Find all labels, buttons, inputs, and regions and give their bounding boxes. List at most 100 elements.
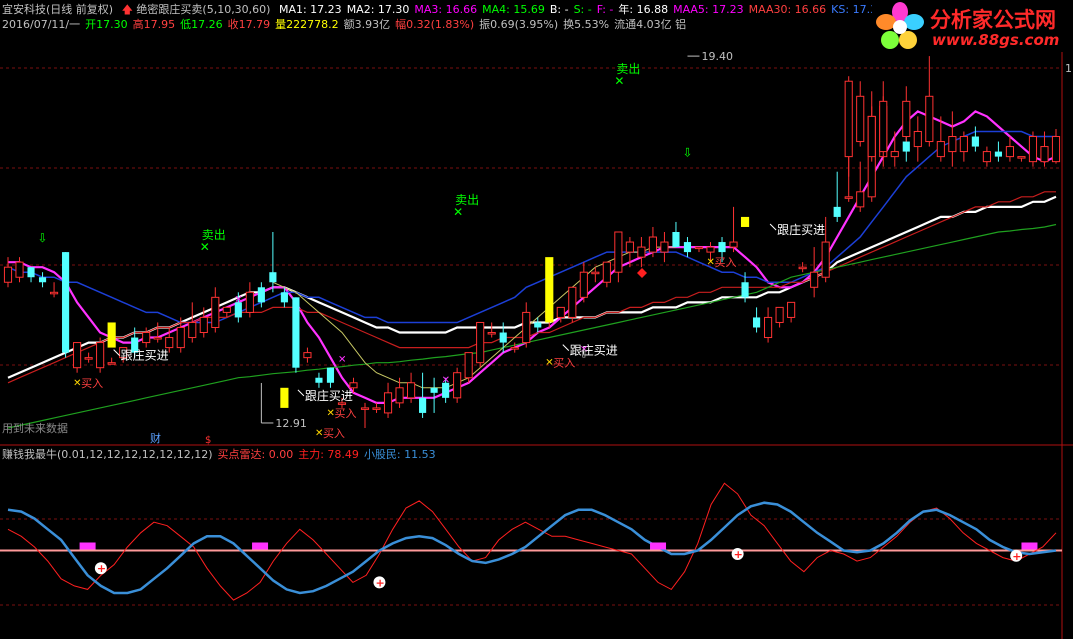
quote-value-0: 2016/07/11/一 bbox=[2, 18, 81, 31]
candle-body-19 bbox=[222, 306, 231, 313]
logo-url[interactable]: www.88gs.com bbox=[932, 31, 1059, 49]
candle-body-35 bbox=[407, 382, 416, 399]
sub-value-1: 买点雷达: 0.00 bbox=[217, 448, 294, 461]
candle-body-24 bbox=[280, 292, 288, 303]
buy-label-8: 买入 bbox=[334, 407, 356, 420]
candle-body-59 bbox=[683, 242, 692, 253]
candle-body-14 bbox=[165, 337, 174, 349]
candle-body-46 bbox=[534, 322, 542, 328]
candle-body-49 bbox=[568, 286, 577, 318]
arrow-marker-1: ⇩ bbox=[682, 146, 692, 160]
candle-b-body-75 bbox=[867, 115, 876, 158]
candle-body-7 bbox=[84, 357, 93, 360]
candle-body-31 bbox=[360, 407, 370, 410]
candle-body-66 bbox=[764, 316, 773, 339]
candle-body-82 bbox=[948, 136, 957, 153]
buy-label-10: 买入 bbox=[553, 357, 575, 370]
quote-value-9: 换5.53% bbox=[563, 18, 610, 31]
follow-pointer-3 bbox=[113, 349, 121, 356]
candle-body-16 bbox=[188, 321, 197, 339]
candle-body-6 bbox=[73, 342, 82, 369]
buy-label-7: 买入 bbox=[81, 377, 103, 390]
ma-value-4: B: - bbox=[549, 3, 569, 16]
candle-body-85 bbox=[982, 151, 991, 163]
candle-body-57 bbox=[660, 241, 669, 253]
buy-label-9: 买入 bbox=[323, 427, 345, 440]
candle-body-60 bbox=[694, 246, 704, 250]
candle-body-55 bbox=[637, 246, 646, 258]
follow-box-2 bbox=[545, 257, 554, 323]
quote-value-1: 开17.30 bbox=[85, 18, 128, 31]
candle-body-5 bbox=[62, 252, 70, 353]
sub-magenta-block-1 bbox=[252, 542, 269, 550]
candle-b-body-80 bbox=[925, 95, 934, 143]
main-chart-svg[interactable]: 1 卖出✕卖出✕卖出✕跟庄买进跟庄买进跟庄买进跟庄买进✕ 买入✕ 买入✕ 买入✕ 买入✕… bbox=[0, 0, 1073, 639]
sub-magenta-block-2 bbox=[650, 542, 667, 550]
quote-value-4: 收17.79 bbox=[227, 18, 271, 31]
candle-body-13 bbox=[153, 337, 162, 340]
site-logo: 分析家公式网 www.88gs.com bbox=[872, 0, 1073, 52]
sub-magenta-block-3 bbox=[1021, 542, 1038, 550]
sub-cross-plus-2: + bbox=[734, 548, 743, 561]
quote-value-6: 额3.93亿 bbox=[343, 18, 391, 31]
quote-value-7: 幅0.32(1.83%) bbox=[395, 18, 475, 31]
candle-body-17 bbox=[199, 316, 208, 334]
ma-value-2: MA3: 16.66 bbox=[414, 3, 478, 16]
ma-value-5: S: - bbox=[573, 3, 592, 16]
quote-value-10: 流通4.03亿 铝 bbox=[614, 18, 687, 31]
candle-body-91 bbox=[1051, 136, 1061, 163]
candle-body-8 bbox=[96, 342, 105, 369]
price-label-1: 12.91 bbox=[275, 417, 307, 430]
indicator-name[interactable]: 绝密跟庄买卖(5,10,30,60) bbox=[136, 3, 270, 16]
candlesticks bbox=[3, 56, 1061, 428]
sub-value-2: 主力: 78.49 bbox=[298, 448, 359, 461]
candle-body-53 bbox=[614, 231, 623, 273]
candle-body-43 bbox=[499, 332, 507, 343]
sub-cross-plus-0: + bbox=[97, 562, 106, 575]
sub-indicator-header: 赚钱我最牛(0.01,12,12,12,12,12,12,12) 买点雷达: 0.… bbox=[2, 448, 441, 462]
candle-body-42 bbox=[487, 332, 496, 335]
candle-body-86 bbox=[994, 151, 1002, 157]
candle-body-25 bbox=[292, 297, 300, 368]
stock-title[interactable]: 宜安科技(日线 前复权) bbox=[2, 3, 113, 16]
sell-cross-2: ✕ bbox=[614, 74, 624, 88]
moving-average-lines bbox=[7, 110, 1057, 429]
candle-body-74 bbox=[856, 191, 865, 208]
candle-body-73 bbox=[844, 196, 853, 199]
ma-value-7: 年: 16.88 bbox=[618, 3, 669, 16]
candle-body-45 bbox=[522, 311, 531, 344]
candle-body-26 bbox=[303, 352, 312, 359]
candle-body-18 bbox=[211, 296, 220, 328]
candle-body-48 bbox=[556, 306, 565, 318]
candle-body-22 bbox=[257, 287, 265, 303]
logo-title: 分析家公式网 bbox=[930, 8, 1056, 32]
candle-body-12 bbox=[142, 332, 151, 344]
candle-body-27 bbox=[315, 377, 323, 383]
ma-values: MA1: 17.23 MA2: 17.30 MA3: 16.66 MA4: 15.69… bbox=[279, 3, 882, 16]
sub-value-0: 赚钱我最牛(0.01,12,12,12,12,12,12,12) bbox=[2, 448, 213, 461]
quote-value-5: 量222778.2 bbox=[275, 18, 339, 31]
dollar-note: $ bbox=[205, 435, 211, 446]
follow-pointer-5 bbox=[562, 344, 570, 351]
candle-b-body-74 bbox=[856, 95, 865, 143]
follow-box-1 bbox=[280, 387, 289, 408]
sub-indicator-values: 赚钱我最牛(0.01,12,12,12,12,12,12,12) 买点雷达: 0.… bbox=[2, 448, 441, 461]
follow-pointer-4 bbox=[297, 389, 305, 397]
red-diamond bbox=[637, 268, 647, 278]
candle-body-79 bbox=[913, 130, 922, 148]
candle-b-body-78 bbox=[902, 100, 911, 138]
candle-body-41 bbox=[476, 321, 485, 364]
arrow-marker-2: ⇧ bbox=[579, 347, 589, 361]
candle-body-71 bbox=[821, 241, 830, 278]
sub-value-3: 小股民: 11.53 bbox=[363, 448, 436, 461]
quote-value-2: 高17.95 bbox=[132, 18, 176, 31]
ma-value-10: KS: 17.3 bbox=[831, 3, 878, 16]
candle-body-89 bbox=[1028, 136, 1038, 163]
sub-magenta-block-0 bbox=[79, 542, 96, 550]
magenta-cross-1: ✕ bbox=[338, 355, 346, 366]
flower-logo-icon bbox=[876, 2, 924, 49]
sub-cross-plus-3: + bbox=[1012, 550, 1021, 563]
candle-body-29 bbox=[337, 402, 347, 405]
follow-label-6: 跟庄买进 bbox=[777, 222, 825, 237]
candle-body-23 bbox=[269, 272, 277, 283]
